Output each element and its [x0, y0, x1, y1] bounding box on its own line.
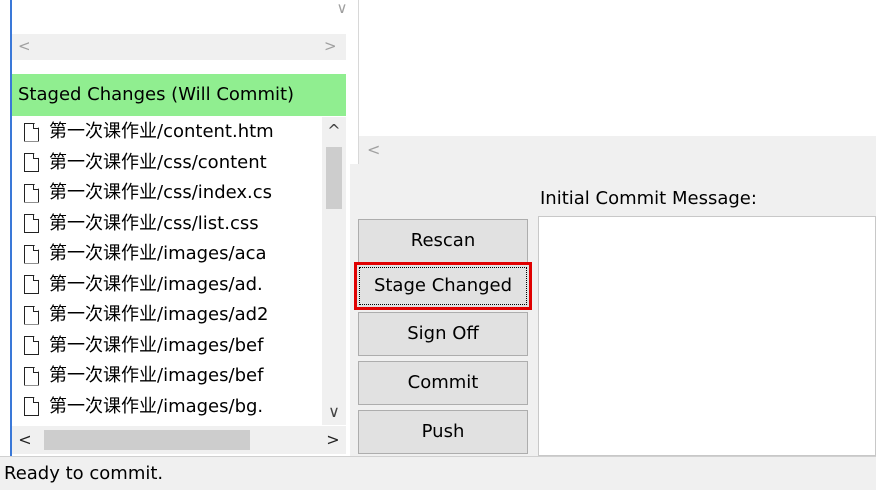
file-path: 第一次课作业/images/ad. — [49, 273, 263, 295]
commit-message-input[interactable] — [538, 216, 876, 456]
staged-changes-list[interactable]: 第一次课作业/content.htm 第一次课作业/css/content 第一次课… — [12, 117, 346, 425]
file-path: 第一次课作业/css/content — [49, 151, 267, 173]
file-document-icon[interactable] — [24, 397, 39, 416]
rescan-button[interactable]: Rescan — [358, 219, 528, 263]
scroll-right-arrow-icon[interactable]: > — [322, 428, 344, 452]
scrollbar-thumb[interactable] — [326, 147, 342, 209]
list-item[interactable]: 第一次课作业/css/list.css — [12, 210, 322, 238]
pane-edge-divider — [10, 0, 12, 456]
file-path: 第一次课作业/content.htm — [49, 121, 274, 142]
file-document-icon[interactable] — [24, 305, 39, 325]
diff-view[interactable] — [359, 0, 876, 136]
diff-horizontal-scrollbar[interactable]: < — [359, 136, 876, 164]
file-document-icon[interactable] — [24, 122, 39, 142]
focus-outline — [359, 267, 527, 305]
file-document-icon[interactable] — [24, 244, 39, 264]
stage-changed-button[interactable]: Stage Changed — [354, 262, 532, 310]
push-button[interactable]: Push — [358, 410, 528, 454]
staged-vertical-scrollbar[interactable]: ^ ∨ — [322, 117, 346, 425]
list-item[interactable]: 第一次课作业/images/aca — [12, 240, 322, 268]
scroll-left-arrow-icon[interactable]: < — [18, 38, 34, 56]
scroll-up-arrow-icon[interactable]: ^ — [322, 119, 346, 143]
commit-panel: Rescan Stage Changed Sign Off Commit Pus… — [350, 164, 876, 456]
file-path: 第一次课作业/css/list.css — [49, 212, 259, 234]
list-item[interactable]: 第一次课作业/images/ad. — [12, 271, 322, 299]
scroll-down-arrow-icon[interactable]: ∨ — [322, 401, 346, 423]
list-item[interactable]: 第一次课作业/images/bef — [12, 332, 322, 360]
unstaged-horizontal-scrollbar[interactable]: < > — [12, 34, 346, 60]
list-item[interactable]: 第一次课作业/css/content — [12, 149, 322, 177]
file-path: 第一次课作业/images/aca — [49, 243, 267, 264]
file-path: 第一次课作业/images/bef — [49, 365, 264, 386]
file-path: 第一次课作业/images/ad2 — [49, 304, 269, 325]
file-path: 第一次课作业/images/bg. — [49, 395, 264, 417]
list-item[interactable]: 第一次课作业/images/ad2 — [12, 301, 322, 329]
list-item[interactable]: 第一次课作业/images/bef — [12, 362, 322, 390]
status-bar: Ready to commit. — [0, 456, 876, 490]
commit-message-label: Initial Commit Message: — [540, 188, 757, 209]
scrollbar-thumb[interactable] — [44, 430, 250, 450]
staged-changes-header: Staged Changes (Will Commit) — [12, 74, 346, 116]
scroll-right-arrow-icon[interactable]: > — [324, 38, 340, 56]
file-document-icon[interactable] — [24, 214, 39, 233]
commit-button[interactable]: Commit — [358, 361, 528, 405]
sign-off-button[interactable]: Sign Off — [358, 312, 528, 356]
scroll-left-arrow-icon[interactable]: < — [367, 139, 387, 161]
list-item[interactable]: 第一次课作业/images/bg. — [12, 393, 322, 421]
file-document-icon[interactable] — [24, 275, 39, 294]
file-document-icon[interactable] — [24, 336, 39, 355]
file-lists-pane: ∨ < > Staged Changes (Will Commit) 第一次课作… — [0, 0, 358, 456]
scroll-left-arrow-icon[interactable]: < — [14, 428, 36, 452]
list-item[interactable]: 第一次课作业/content.htm — [12, 118, 322, 146]
list-item[interactable]: 第一次课作业/css/index.cs — [12, 179, 322, 207]
staged-horizontal-scrollbar[interactable]: < > — [12, 426, 346, 454]
file-document-icon[interactable] — [24, 183, 39, 203]
file-document-icon[interactable] — [24, 153, 39, 172]
file-path: 第一次课作业/images/bef — [49, 334, 264, 356]
file-path: 第一次课作业/css/index.cs — [49, 182, 273, 203]
scroll-down-arrow-icon[interactable]: ∨ — [330, 0, 354, 18]
file-document-icon[interactable] — [24, 366, 39, 386]
